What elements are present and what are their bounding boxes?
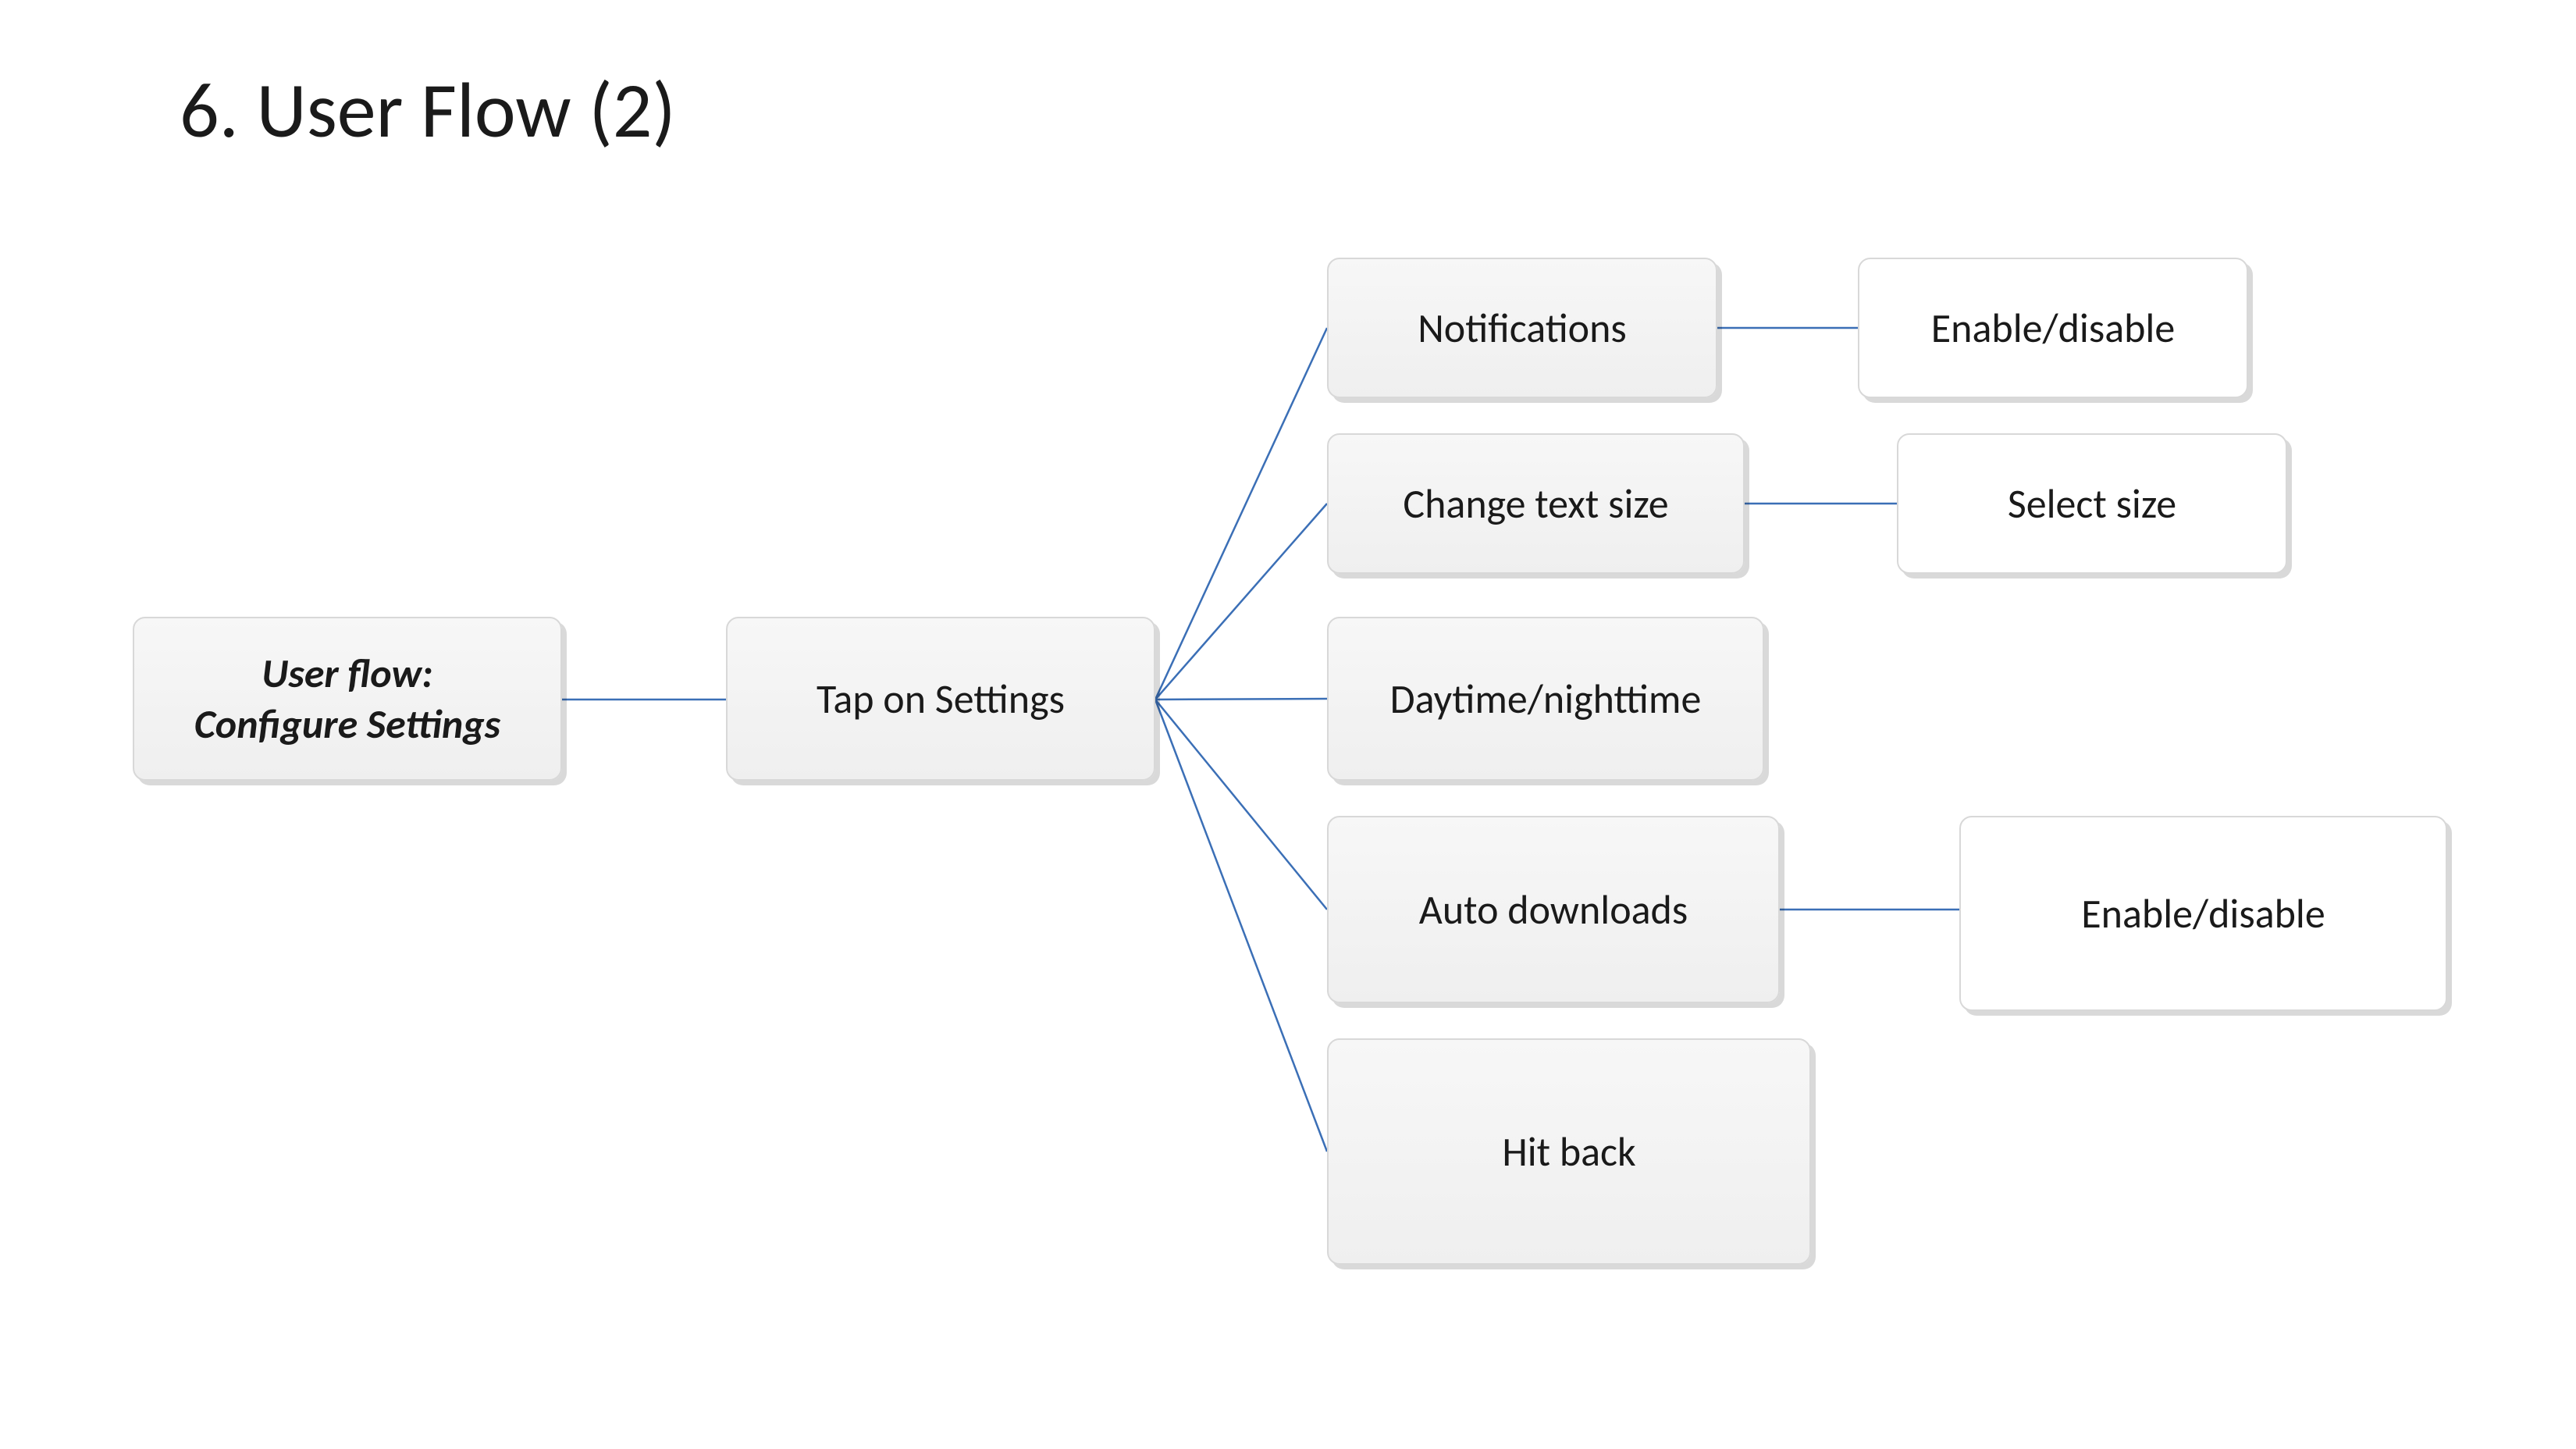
node-hit-back-label: Hit back (1502, 1127, 1635, 1177)
node-hit-back: Hit back (1327, 1038, 1811, 1265)
node-change-text-size: Change text size (1327, 433, 1745, 574)
node-notifications-label: Notifications (1418, 303, 1627, 354)
node-daytime-nighttime: Daytime/nighttime (1327, 617, 1764, 781)
node-notifications: Notifications (1327, 258, 1717, 398)
slide: 6. User Flow (2) User flow:Configure Set… (0, 0, 2576, 1449)
node-root-label: User flow:Configure Settings (194, 648, 500, 749)
slide-title: 6. User Flow (2) (180, 62, 676, 158)
node-tap-settings-label: Tap on Settings (817, 674, 1065, 724)
node-change-text-size-action-label: Select size (2008, 479, 2176, 529)
node-root: User flow:Configure Settings (133, 617, 562, 781)
node-tap-settings: Tap on Settings (726, 617, 1155, 781)
node-notifications-action: Enable/disable (1858, 258, 2248, 398)
node-auto-downloads: Auto downloads (1327, 816, 1780, 1003)
node-auto-downloads-action: Enable/disable (1959, 816, 2447, 1011)
node-auto-downloads-label: Auto downloads (1419, 885, 1688, 935)
node-change-text-size-action: Select size (1897, 433, 2287, 574)
node-daytime-nighttime-label: Daytime/nighttime (1390, 674, 1702, 724)
node-change-text-size-label: Change text size (1403, 479, 1668, 529)
node-auto-downloads-action-label: Enable/disable (2081, 888, 2325, 939)
node-notifications-action-label: Enable/disable (1931, 303, 2175, 354)
